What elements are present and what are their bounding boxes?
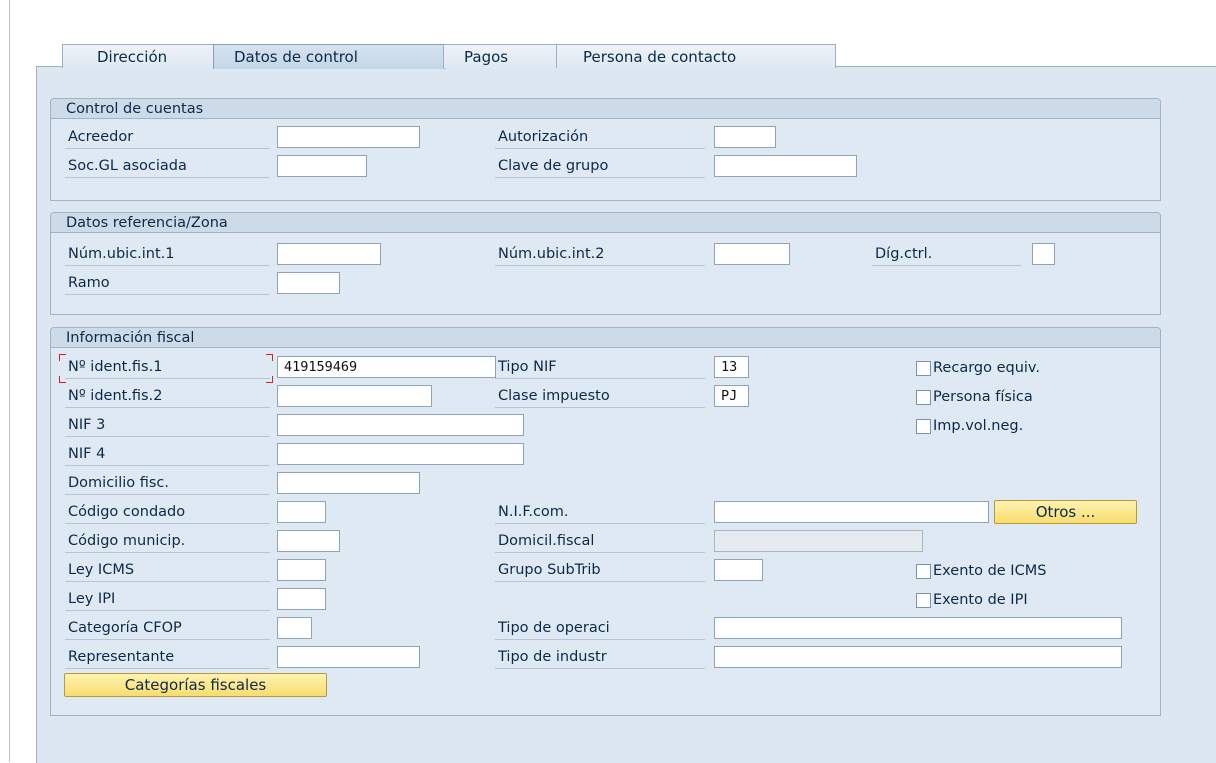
soc-gl-input[interactable] — [277, 155, 367, 177]
section-title: Datos referencia/Zona — [51, 213, 1160, 233]
tipo-industr-label: Tipo de industr — [495, 646, 705, 669]
representante-input[interactable] — [277, 646, 420, 668]
tipo-nif-label: Tipo NIF — [495, 356, 705, 379]
tipo-industr-input[interactable] — [714, 646, 1122, 668]
tab-label: Persona de contacto — [583, 48, 737, 66]
ubic2-label: Núm.ubic.int.2 — [495, 243, 705, 266]
autorizacion-label: Autorización — [495, 126, 705, 149]
ubic1-label: Núm.ubic.int.1 — [65, 243, 270, 266]
nif2-input[interactable] — [277, 385, 432, 407]
digctrl-input[interactable] — [1032, 243, 1055, 265]
tab-datos-de-control[interactable]: Datos de control — [213, 44, 445, 69]
imp-vol-neg-checkbox[interactable] — [916, 419, 931, 434]
tipo-operaci-label: Tipo de operaci — [495, 617, 705, 640]
tab-pagos[interactable]: Pagos — [443, 44, 558, 68]
exento-ipi-label: Exento de IPI — [933, 592, 1028, 608]
section-title: Control de cuentas — [51, 99, 1160, 119]
domicilio-label: Domicilio fisc. — [65, 472, 270, 495]
nif-com-label: N.I.F.com. — [495, 501, 705, 524]
domicil-fiscal-label: Domicil.fiscal — [495, 530, 705, 553]
exento-ipi-checkbox[interactable] — [916, 593, 931, 608]
nif2-label: Nº ident.fis.2 — [65, 385, 270, 408]
nif4-input[interactable] — [277, 443, 524, 465]
grupo-subtrib-input[interactable] — [714, 559, 763, 581]
section-control-de-cuentas: Control de cuentas — [50, 98, 1161, 201]
tab-label: Datos de control — [234, 48, 358, 66]
recargo-equiv-label: Recargo equiv. — [933, 360, 1041, 376]
exento-icms-label: Exento de ICMS — [933, 563, 1047, 579]
ley-ipi-input[interactable] — [277, 588, 326, 610]
ramo-input[interactable] — [277, 272, 340, 294]
representante-label: Representante — [65, 646, 270, 669]
section-title: Información fiscal — [51, 328, 1160, 348]
tipo-operaci-input[interactable] — [714, 617, 1122, 639]
tab-label: Pagos — [464, 48, 509, 66]
nif1-input[interactable]: 419159469 — [277, 356, 496, 378]
digctrl-label: Díg.ctrl. — [872, 243, 1022, 266]
nif3-label: NIF 3 — [65, 414, 270, 437]
nif-com-input[interactable] — [714, 501, 989, 523]
municip-input[interactable] — [277, 530, 340, 552]
grupo-subtrib-label: Grupo SubTrib — [495, 559, 705, 582]
persona-fisica-checkbox[interactable] — [916, 390, 931, 405]
tab-direccion[interactable]: Dirección — [62, 44, 217, 68]
otros-button[interactable]: Otros ... — [994, 500, 1137, 524]
tipo-nif-input[interactable]: 13 — [714, 356, 749, 378]
exento-icms-checkbox[interactable] — [916, 564, 931, 579]
clave-grupo-input[interactable] — [714, 155, 857, 177]
nif4-label: NIF 4 — [65, 443, 270, 466]
acreedor-label: Acreedor — [65, 126, 270, 149]
categorias-fiscales-button[interactable]: Categorías fiscales — [64, 673, 327, 697]
autorizacion-input[interactable] — [714, 126, 776, 148]
ubic1-input[interactable] — [277, 243, 381, 265]
imp-vol-neg-label: Imp.vol.neg. — [933, 418, 1024, 434]
cfop-input[interactable] — [277, 617, 312, 639]
domicil-fiscal-input — [714, 530, 923, 552]
nif1-label: Nº ident.fis.1 — [65, 356, 270, 379]
ley-icms-input[interactable] — [277, 559, 326, 581]
persona-fisica-label: Persona física — [933, 389, 1033, 405]
domicilio-input[interactable] — [277, 472, 420, 494]
condado-input[interactable] — [277, 501, 326, 523]
clase-impuesto-label: Clase impuesto — [495, 385, 705, 408]
ramo-label: Ramo — [65, 272, 270, 295]
recargo-equiv-checkbox[interactable] — [916, 361, 931, 376]
clase-impuesto-input[interactable]: PJ — [714, 385, 749, 407]
nif3-input[interactable] — [277, 414, 524, 436]
municip-label: Código municip. — [65, 530, 270, 553]
ubic2-input[interactable] — [714, 243, 790, 265]
cfop-label: Categoría CFOP — [65, 617, 270, 640]
condado-label: Código condado — [65, 501, 270, 524]
acreedor-input[interactable] — [277, 126, 420, 148]
ley-icms-label: Ley ICMS — [65, 559, 270, 582]
soc-gl-label: Soc.GL asociada — [65, 155, 270, 178]
tab-label: Dirección — [97, 48, 168, 66]
ley-ipi-label: Ley IPI — [65, 588, 270, 611]
tab-persona-de-contacto[interactable]: Persona de contacto — [556, 44, 836, 68]
clave-grupo-label: Clave de grupo — [495, 155, 705, 178]
window-left-border — [9, 0, 10, 762]
